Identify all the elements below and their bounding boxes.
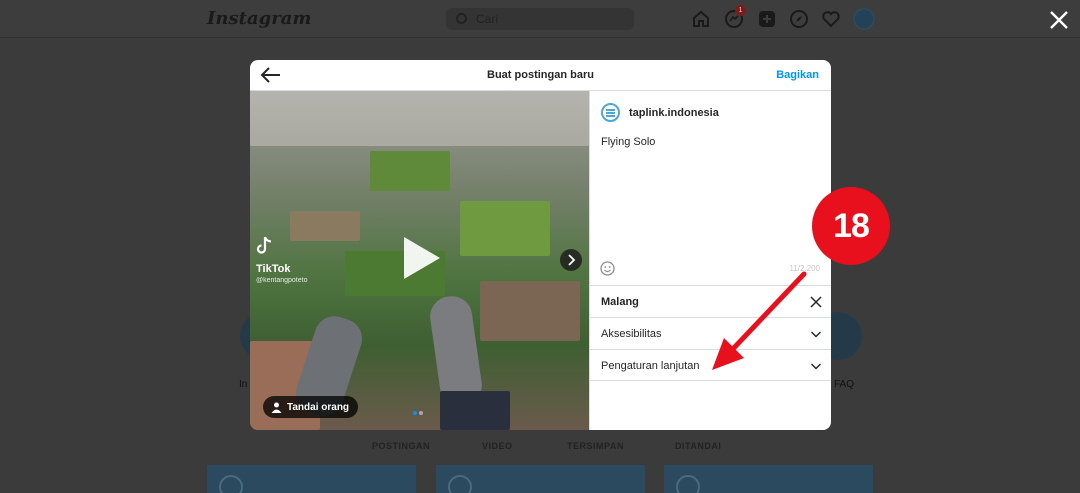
profile-avatar[interactable] <box>853 8 875 30</box>
post-details-panel: taplink.indonesia Flying Solo 11/2.200 M… <box>589 91 831 430</box>
field-patch <box>480 281 580 341</box>
tab-tagged[interactable]: DITANDAI <box>675 441 721 451</box>
tile-logo-icon <box>219 475 243 493</box>
instagram-top-nav: Instagram Cari 1 <box>0 0 1080 38</box>
close-icon[interactable] <box>1046 7 1072 33</box>
play-icon[interactable] <box>398 235 444 281</box>
tiktok-watermark: TikTok @kentangpoteto <box>256 236 307 284</box>
location-value: Malang <box>601 296 639 308</box>
accessibility-label: Aksesibilitas <box>601 328 662 340</box>
chevron-down-icon <box>810 331 822 338</box>
next-media-button[interactable] <box>560 249 582 271</box>
story-highlight-right-label: FAQ <box>834 379 855 390</box>
post-tile[interactable] <box>207 465 416 493</box>
tiktok-icon <box>256 236 272 254</box>
modal-header: Buat postingan baru Bagikan <box>250 60 831 91</box>
carousel-dot <box>413 411 417 415</box>
chevron-down-icon <box>810 363 822 370</box>
instagram-logo[interactable]: Instagram <box>207 8 311 29</box>
person-icon <box>271 402 282 413</box>
account-name: taplink.indonesia <box>629 106 719 119</box>
close-icon[interactable] <box>810 296 822 308</box>
emoji-icon[interactable] <box>600 261 615 276</box>
tab-video[interactable]: VIDEO <box>482 441 513 451</box>
green-field <box>370 151 450 191</box>
jeans <box>440 391 510 430</box>
explore-icon[interactable] <box>789 9 809 29</box>
caption-textarea[interactable]: Flying Solo <box>601 136 655 148</box>
home-icon[interactable] <box>691 9 711 29</box>
green-field <box>460 201 550 256</box>
account-row: taplink.indonesia <box>601 103 719 122</box>
carousel-dots <box>413 402 425 420</box>
story-highlight-left-label: In <box>239 379 248 390</box>
tiktok-brand: TikTok <box>256 263 291 275</box>
search-placeholder: Cari <box>476 12 499 26</box>
media-preview[interactable]: TikTok @kentangpoteto Tandai orang <box>250 91 589 430</box>
notification-badge: 1 <box>735 5 746 16</box>
step-number-badge: 18 <box>812 187 890 265</box>
new-post-icon[interactable] <box>757 9 777 29</box>
annotation-arrow-icon <box>712 271 807 370</box>
advanced-settings-label: Pengaturan lanjutan <box>601 360 700 372</box>
tile-logo-icon <box>448 475 472 493</box>
tab-saved[interactable]: TERSIMPAN <box>567 441 624 451</box>
chevron-right-icon <box>568 254 576 266</box>
search-icon <box>456 13 467 24</box>
town-area <box>250 91 589 146</box>
modal-title: Buat postingan baru <box>487 69 594 81</box>
tab-posts[interactable]: POSTINGAN <box>372 441 430 451</box>
tag-people-label: Tandai orang <box>287 401 350 413</box>
heart-icon[interactable] <box>821 9 841 29</box>
post-tile[interactable] <box>664 465 873 493</box>
share-button[interactable]: Bagikan <box>776 69 819 81</box>
post-tile[interactable] <box>436 465 645 493</box>
carousel-dot <box>419 411 423 415</box>
tile-logo-icon <box>676 475 700 493</box>
tiktok-username: @kentangpoteto <box>256 277 308 284</box>
account-avatar <box>601 103 620 122</box>
tag-people-button[interactable]: Tandai orang <box>263 396 359 418</box>
search-input[interactable]: Cari <box>446 8 634 30</box>
